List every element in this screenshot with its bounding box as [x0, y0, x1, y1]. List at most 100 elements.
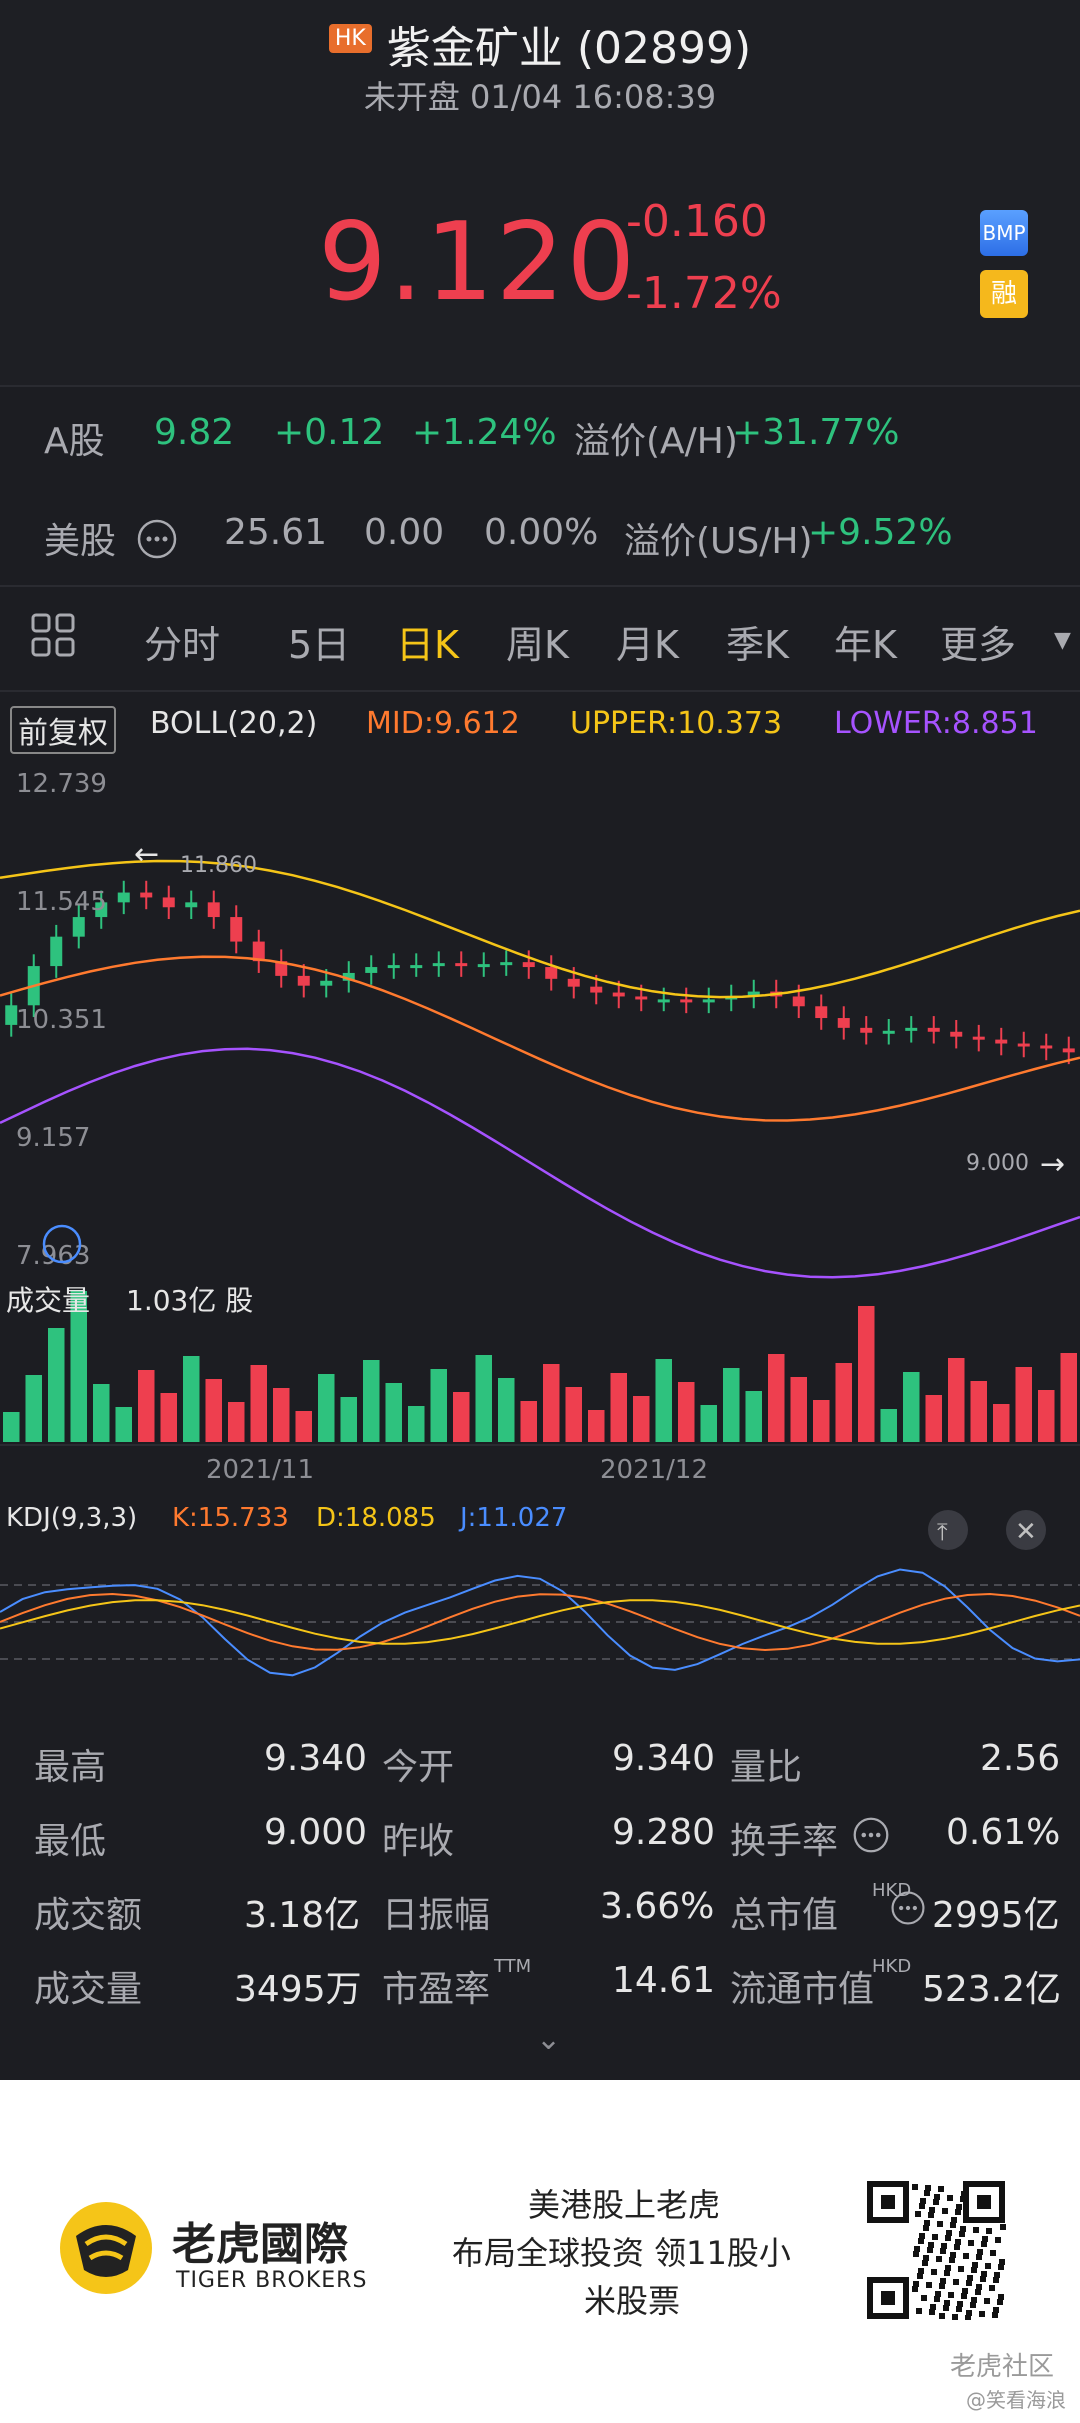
svg-text:✕: ✕ [1015, 1517, 1037, 1547]
stat-value-volume-ratio: 2.56 [980, 1738, 1061, 1779]
stat-value-float-cap: 523.2亿 [922, 1969, 1062, 2010]
kline-chart[interactable]: 12.739 11.545 10.351 9.157 7.963 11.860 … [0, 750, 1080, 1700]
stat-value-amount: 3.18亿 [244, 1895, 361, 1936]
stat-value-market-cap: 2995亿 [932, 1895, 1060, 1936]
price-axis-1: 11.545 [16, 887, 107, 917]
volume-bar [340, 1397, 357, 1442]
volume-bar [993, 1404, 1010, 1442]
volume-bar [858, 1306, 875, 1442]
stat-label-float-cap: 流通市值 [730, 1969, 875, 2010]
boll-mid: MID:9.612 [366, 706, 520, 741]
tab-intraday[interactable]: 分时 [144, 614, 220, 669]
volume-bar [948, 1358, 965, 1442]
arrow-right-icon: → [1040, 1147, 1065, 1182]
candle [545, 967, 558, 979]
watermark: 老虎社区 [950, 2352, 1055, 2382]
price-change-percent: -1.72% [626, 268, 782, 319]
volume-bar [745, 1391, 762, 1442]
stat-value-amplitude: 3.66% [600, 1886, 715, 1927]
info-icon[interactable] [852, 1816, 890, 1863]
volume-bar [1038, 1390, 1055, 1442]
grid-icon[interactable] [30, 612, 76, 667]
kdj-k: K:15.733 [172, 1503, 289, 1533]
bmp-button[interactable]: BMP [980, 210, 1028, 256]
candle [950, 1031, 963, 1037]
stat-value-turnover: 0.61% [946, 1812, 1061, 1853]
candle [162, 897, 175, 908]
volume-bar [115, 1407, 132, 1442]
volume-bar [925, 1395, 942, 1442]
date-label-dec: 2021/12 [600, 1455, 708, 1485]
tab-more[interactable]: 更多 [940, 614, 1016, 669]
volume-bar [250, 1365, 267, 1442]
candles [5, 880, 1075, 1065]
tab-weekly[interactable]: 周K [506, 614, 569, 669]
more-icon[interactable] [136, 518, 178, 569]
kdj-j: J:11.027 [458, 1503, 567, 1533]
info-icon[interactable] [890, 1890, 926, 1935]
expand-chevron-icon[interactable]: ⌄ [536, 2022, 561, 2057]
candle [1062, 1048, 1075, 1053]
us-premium: +9.52% [808, 512, 953, 553]
boll-name[interactable]: BOLL(20,2) [150, 706, 317, 741]
volume-bar [1060, 1353, 1077, 1442]
tab-5day[interactable]: 5日 [288, 614, 350, 669]
candle [140, 892, 153, 898]
volume-bar [385, 1383, 402, 1442]
volume-bar [228, 1402, 245, 1442]
stats-panel: 最高 9.340 今开 9.340 量比 2.56 最低 9.000 昨收 9.… [0, 1700, 1080, 2080]
candle [567, 978, 580, 987]
volume-bar [790, 1377, 807, 1442]
volume-bar [475, 1355, 492, 1442]
volume-bar [655, 1359, 672, 1442]
chevron-down-icon[interactable]: ▼ [1054, 628, 1071, 653]
candle [860, 1027, 873, 1033]
candle [815, 1006, 828, 1019]
volume-bar [835, 1363, 852, 1442]
stock-title: 紫金矿业 (02899) [386, 23, 752, 74]
title-row: HK 紫金矿业 (02899) [0, 12, 1080, 76]
tab-monthly[interactable]: 月K [616, 614, 679, 669]
stat-label-prev-close: 昨收 [382, 1821, 455, 1862]
price-axis-3: 9.157 [16, 1123, 90, 1153]
brand-en: TIGER BROKERS [176, 2268, 368, 2293]
close-icon[interactable]: ✕ [1006, 1510, 1046, 1550]
pin-top-icon[interactable]: ⤒ [928, 1510, 968, 1550]
volume-bar [408, 1406, 425, 1442]
tab-daily[interactable]: 日K [396, 614, 459, 669]
stat-label-low: 最低 [34, 1821, 107, 1862]
stat-label-open: 今开 [382, 1747, 455, 1788]
tab-yearly[interactable]: 年K [834, 614, 897, 669]
kdj-name[interactable]: KDJ(9,3,3) [6, 1503, 137, 1533]
tiger-logo [60, 2202, 152, 2294]
volume-bar [318, 1374, 335, 1442]
stat-value-volume: 3495万 [234, 1969, 362, 2010]
boll-header: 前复权 BOLL(20,2) MID:9.612 UPPER:10.373 LO… [0, 700, 1080, 754]
volume-bar [453, 1392, 470, 1442]
candle [387, 965, 400, 969]
adjust-button[interactable]: 前复权 [10, 706, 116, 754]
stat-label-volume-ratio: 量比 [730, 1747, 803, 1788]
us-share-change: 0.00 [364, 512, 445, 553]
candle [1017, 1043, 1030, 1047]
candle [1040, 1045, 1053, 1049]
volume-bar [565, 1387, 582, 1442]
volume-bar [880, 1409, 897, 1442]
hk-badge: HK [328, 23, 372, 53]
boll-upper: UPPER:10.373 [570, 706, 783, 741]
candle [635, 996, 648, 1000]
margin-button[interactable]: 融 [980, 270, 1028, 318]
qr-code[interactable] [866, 2180, 1006, 2320]
ah-premium: +31.77% [732, 412, 900, 453]
candle [207, 902, 220, 918]
candle [702, 999, 715, 1003]
volume-bar [205, 1379, 222, 1442]
volume-bar [723, 1368, 740, 1442]
us-share-row[interactable]: 美股 25.61 0.00 0.00% 溢价(US/H) +9.52% [0, 490, 1080, 580]
slogan-line-3: 米股票 [584, 2282, 681, 2320]
slogan-line-1: 美港股上老虎 [528, 2186, 721, 2224]
tab-quarterly[interactable]: 季K [726, 614, 789, 669]
a-share-change: +0.12 [274, 412, 385, 453]
candle [882, 1030, 895, 1034]
a-share-row[interactable]: A股 9.82 +0.12 +1.24% 溢价(A/H) +31.77% [0, 390, 1080, 480]
